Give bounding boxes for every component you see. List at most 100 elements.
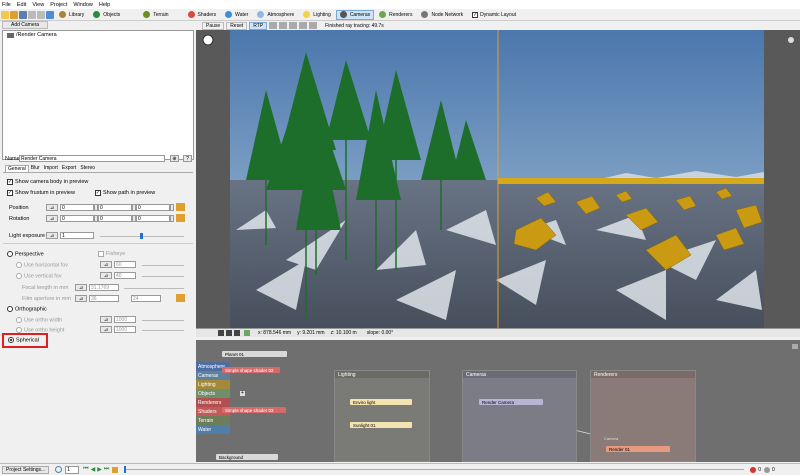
- keyframe-icon[interactable]: [176, 294, 185, 302]
- hfov-mode[interactable]: ⊿: [100, 261, 112, 268]
- focal-slider[interactable]: [124, 288, 184, 289]
- node-shader-02[interactable]: Simple shape shader 02: [222, 367, 280, 373]
- ortho-height-field[interactable]: 1000: [114, 326, 136, 333]
- grid-icon[interactable]: [309, 22, 318, 29]
- camera-view-icon[interactable]: [299, 22, 308, 29]
- pause-button[interactable]: Pause: [202, 21, 225, 30]
- keyframe-icon[interactable]: [112, 466, 119, 473]
- go-end-icon[interactable]: ⏭: [104, 466, 109, 473]
- position-x-mode[interactable]: ⊿: [46, 204, 58, 211]
- light-exposure-field[interactable]: 1: [60, 232, 94, 239]
- keyframe-icon[interactable]: [176, 203, 185, 211]
- category-renderers[interactable]: Renderers: [196, 398, 230, 407]
- error-icon[interactable]: [750, 466, 757, 473]
- light-exposure-mode[interactable]: ⊿: [46, 232, 58, 239]
- menu-help[interactable]: Help: [99, 2, 110, 8]
- scale-icon[interactable]: [234, 330, 240, 336]
- focal-mode[interactable]: ⊿: [75, 284, 87, 291]
- timeline-cursor[interactable]: [124, 466, 127, 473]
- show-path-checkbox[interactable]: ✓: [95, 190, 101, 196]
- perspective-option[interactable]: Perspective: [7, 251, 44, 257]
- view-icon[interactable]: [269, 22, 278, 29]
- vfov-slider[interactable]: [142, 276, 184, 277]
- film-mode[interactable]: ⊿: [75, 295, 87, 302]
- node-render-01[interactable]: Render 01: [606, 446, 670, 452]
- play-icon[interactable]: ▶: [97, 466, 102, 473]
- film-height-field[interactable]: 24: [131, 295, 161, 302]
- tab-blur[interactable]: Blur: [29, 165, 42, 172]
- focal-field[interactable]: 31.1769: [89, 284, 119, 291]
- add-icon[interactable]: +: [240, 391, 245, 396]
- ortho-width-slider[interactable]: [142, 320, 184, 321]
- fisheye-option[interactable]: Fisheye: [98, 251, 125, 257]
- reset-button[interactable]: Reset: [226, 21, 248, 30]
- show-body-checkbox[interactable]: ✓: [7, 179, 13, 185]
- use-vfov-radio[interactable]: [16, 273, 22, 279]
- show-frustum-checkbox[interactable]: ✓: [7, 190, 13, 196]
- help-button[interactable]: ?: [183, 155, 192, 162]
- graph-expand-icon[interactable]: [792, 344, 798, 349]
- more-icon[interactable]: ⊕: [170, 155, 179, 162]
- ortho-width-mode[interactable]: ⊿: [100, 316, 112, 323]
- keyframe-icon[interactable]: [176, 214, 185, 222]
- step-back-icon[interactable]: ◀: [91, 466, 96, 473]
- use-vfov-option[interactable]: Use vertical fov: [16, 273, 62, 279]
- terrain-button[interactable]: Terrain: [139, 10, 172, 20]
- group-lighting[interactable]: Lighting: [334, 370, 430, 462]
- library-button[interactable]: Library: [55, 10, 88, 20]
- timeline-icon[interactable]: [55, 466, 63, 473]
- node-graph[interactable]: Atmosphere Cameras Lighting Objects Rend…: [196, 340, 800, 462]
- group-cameras[interactable]: Cameras: [462, 370, 577, 462]
- settings-icon[interactable]: [289, 22, 298, 29]
- undo-icon[interactable]: [28, 10, 36, 19]
- node-network-button[interactable]: Node Network: [417, 10, 467, 20]
- category-terrain[interactable]: Terrain: [196, 416, 230, 425]
- orthographic-radio[interactable]: [7, 306, 13, 312]
- vfov-mode[interactable]: ⊿: [100, 272, 112, 279]
- use-ortho-width-radio[interactable]: [16, 317, 22, 323]
- objects-button[interactable]: Objects: [89, 10, 124, 20]
- slider-knob[interactable]: [140, 233, 143, 239]
- shaders-button[interactable]: Shaders: [184, 10, 221, 20]
- show-body-option[interactable]: ✓ Show camera body in preview: [7, 179, 88, 185]
- menu-project[interactable]: Project: [50, 2, 67, 8]
- light-exposure-slider[interactable]: [100, 233, 184, 239]
- renderers-button[interactable]: Renderers: [375, 10, 416, 20]
- warning-icon[interactable]: [764, 466, 771, 473]
- dynamic-layout-toggle[interactable]: ✓ Dynamic Layout: [468, 10, 520, 20]
- tab-general[interactable]: General: [5, 165, 29, 172]
- orthographic-option[interactable]: Orthographic: [7, 306, 47, 312]
- name-field[interactable]: Render Camera: [19, 155, 165, 162]
- hfov-field[interactable]: 60: [114, 261, 136, 268]
- add-camera-button[interactable]: Add Camera: [2, 21, 49, 29]
- position-z-spin[interactable]: [170, 204, 174, 211]
- use-hfov-option[interactable]: Use horizontal fov: [16, 262, 68, 268]
- atmosphere-button[interactable]: Atmosphere: [253, 10, 298, 20]
- rtp-button[interactable]: RTP: [249, 21, 268, 30]
- menu-file[interactable]: File: [2, 2, 11, 8]
- lighting-button[interactable]: Lighting: [299, 10, 335, 20]
- cameras-button[interactable]: Cameras: [335, 9, 375, 20]
- project-settings-button[interactable]: Project Settings...: [2, 465, 50, 474]
- tree-item-render-camera[interactable]: /Render Camera: [7, 32, 57, 38]
- display-icon[interactable]: [279, 22, 288, 29]
- category-water[interactable]: Water: [196, 425, 230, 434]
- timeline-track[interactable]: [124, 466, 745, 473]
- node-planet[interactable]: Planet 01: [222, 351, 287, 357]
- fisheye-checkbox[interactable]: [98, 251, 104, 257]
- rotation-z-spin[interactable]: [170, 215, 174, 222]
- position-x[interactable]: 0: [60, 204, 94, 211]
- rotation-z[interactable]: 0: [136, 215, 170, 222]
- node-sunlight[interactable]: Sunlight 01: [350, 422, 412, 428]
- ortho-width-field[interactable]: 1000: [114, 316, 136, 323]
- ortho-height-mode[interactable]: ⊿: [100, 326, 112, 333]
- show-frustum-option[interactable]: ✓ Show frustum in preview: [7, 190, 75, 196]
- position-z[interactable]: 0: [136, 204, 170, 211]
- render-viewport[interactable]: [196, 30, 800, 328]
- rotation-x-mode[interactable]: ⊿: [46, 215, 58, 222]
- rotation-x[interactable]: 0: [60, 215, 94, 222]
- category-objects[interactable]: Objects: [196, 389, 230, 398]
- hfov-slider[interactable]: [142, 265, 184, 266]
- perspective-radio[interactable]: [7, 251, 13, 257]
- go-start-icon[interactable]: ⏮: [83, 466, 88, 473]
